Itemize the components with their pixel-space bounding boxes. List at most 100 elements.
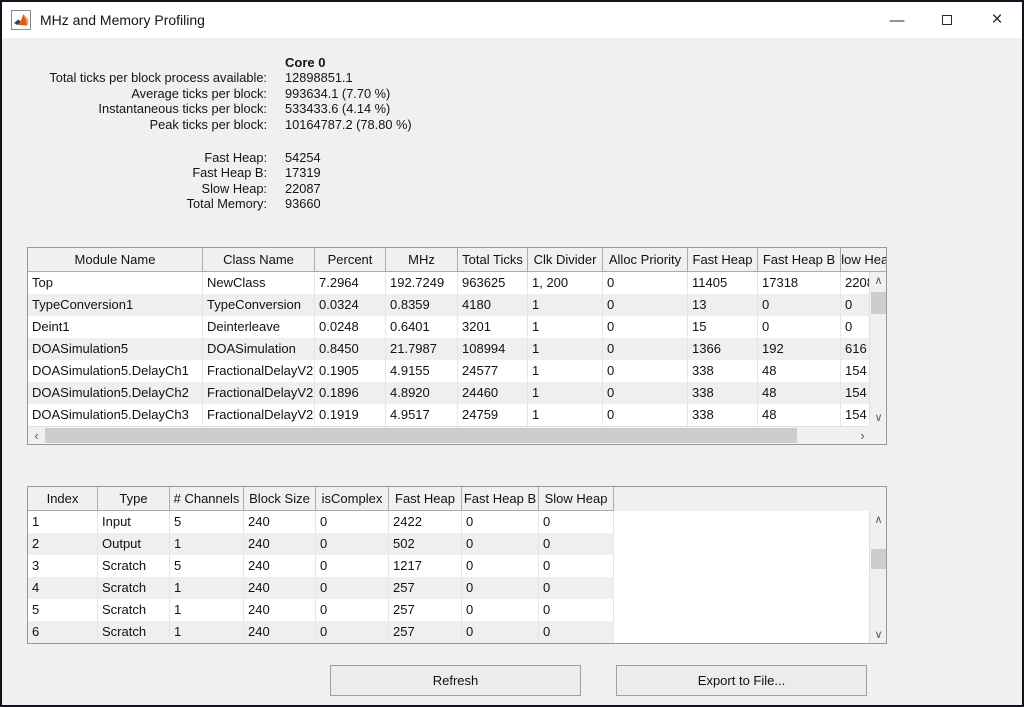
export-to-file-button[interactable]: Export to File... xyxy=(616,665,867,696)
column-header--channels[interactable]: # Channels xyxy=(170,487,244,511)
column-header-percent[interactable]: Percent xyxy=(315,248,386,271)
table-row[interactable]: 5Scratch1240025700 xyxy=(28,599,886,621)
memory-stats: Fast Heap: 54254 Fast Heap B: 17319 Slow… xyxy=(27,150,412,212)
vertical-scrollbar[interactable]: ∧ ∨ xyxy=(869,272,886,426)
column-header-fast-heap[interactable]: Fast Heap xyxy=(688,248,758,271)
table-cell: DOASimulation5.DelayCh2 xyxy=(28,382,203,404)
scrollbar-corner xyxy=(869,426,886,444)
table-cell: 0.0248 xyxy=(315,316,386,338)
column-header-module-name[interactable]: Module Name xyxy=(28,248,203,271)
scrollbar-track[interactable] xyxy=(45,427,854,444)
table-cell: 5 xyxy=(170,555,244,577)
table-cell: 240 xyxy=(244,511,316,533)
table-cell: NewClass xyxy=(203,272,315,294)
table-row[interactable]: DOASimulation5.DelayCh2FractionalDelayV2… xyxy=(28,382,871,404)
table-cell: 0 xyxy=(462,621,539,643)
table-cell: 0 xyxy=(841,294,871,316)
column-header-class-name[interactable]: Class Name xyxy=(203,248,315,271)
table-cell: 0 xyxy=(603,272,688,294)
table-cell: Deinterleave xyxy=(203,316,315,338)
core-header: Core 0 xyxy=(285,55,325,70)
column-header-type[interactable]: Type xyxy=(98,487,170,511)
table-cell: 24759 xyxy=(458,404,528,426)
table-cell: 616 xyxy=(841,338,871,360)
table-cell: 13 xyxy=(688,294,758,316)
table-row[interactable]: DOASimulation5.DelayCh1FractionalDelayV2… xyxy=(28,360,871,382)
column-header-slow-heap[interactable]: Slow Heap xyxy=(539,487,614,511)
column-header-fast-heap-b[interactable]: Fast Heap B xyxy=(462,487,539,511)
column-header-index[interactable]: Index xyxy=(28,487,98,511)
table-row[interactable]: Deint1Deinterleave0.02480.64013201101500 xyxy=(28,316,871,338)
scroll-left-icon[interactable]: ‹ xyxy=(28,427,45,444)
table-cell: 17318 xyxy=(758,272,841,294)
table-cell: 0.1919 xyxy=(315,404,386,426)
column-header-iscomplex[interactable]: isComplex xyxy=(316,487,389,511)
spacer xyxy=(27,55,267,70)
column-header-clk-divider[interactable]: Clk Divider xyxy=(528,248,603,271)
table-row[interactable]: TypeConversion1TypeConversion0.03240.835… xyxy=(28,294,871,316)
table-cell: 4180 xyxy=(458,294,528,316)
module-table-body: TopNewClass7.2964192.72499636251, 200011… xyxy=(28,272,886,426)
stat-value: 22087 xyxy=(285,181,321,196)
scroll-down-icon[interactable]: ∨ xyxy=(870,626,887,643)
table-cell: 0 xyxy=(758,294,841,316)
table-row[interactable]: 1Input52400242200 xyxy=(28,511,886,533)
table-cell: 192.7249 xyxy=(386,272,458,294)
table-row[interactable]: DOASimulation5.DelayCh3FractionalDelayV2… xyxy=(28,404,871,426)
table-cell: DOASimulation5.DelayCh3 xyxy=(28,404,203,426)
table-cell: 1 xyxy=(170,621,244,643)
table-cell: 0 xyxy=(603,382,688,404)
table-row[interactable]: 4Scratch1240025700 xyxy=(28,577,886,599)
core-stats: Core 0 Total ticks per block process ava… xyxy=(27,55,412,212)
table-cell: Input xyxy=(98,511,170,533)
column-header-fast-heap-b[interactable]: Fast Heap B xyxy=(758,248,841,271)
table-cell: Top xyxy=(28,272,203,294)
scrollbar-thumb[interactable] xyxy=(871,549,886,569)
table-cell: DOASimulation5 xyxy=(28,338,203,360)
table-row[interactable]: TopNewClass7.2964192.72499636251, 200011… xyxy=(28,272,871,294)
table-cell: 1 xyxy=(528,404,603,426)
stat-row-peak-ticks: Peak ticks per block: 10164787.2 (78.80 … xyxy=(27,117,412,132)
scrollbar-thumb[interactable] xyxy=(871,292,886,314)
table-row[interactable]: 2Output1240050200 xyxy=(28,533,886,555)
column-header-total-ticks[interactable]: Total Ticks xyxy=(458,248,528,271)
table-row[interactable]: 3Scratch52400121700 xyxy=(28,555,886,577)
column-header-alloc-priority[interactable]: Alloc Priority xyxy=(603,248,688,271)
table-cell: 21.7987 xyxy=(386,338,458,360)
table-cell: 154 xyxy=(841,360,871,382)
minimize-button[interactable]: — xyxy=(872,2,922,38)
table-cell: 0 xyxy=(603,404,688,426)
table-cell: 240 xyxy=(244,599,316,621)
table-cell: 1 xyxy=(528,294,603,316)
table-cell: 257 xyxy=(389,621,462,643)
close-button[interactable]: × xyxy=(972,2,1022,38)
maximize-button[interactable] xyxy=(922,2,972,38)
stat-label: Instantaneous ticks per block: xyxy=(27,101,267,116)
table-cell: 0 xyxy=(603,360,688,382)
table-cell: 1 xyxy=(28,511,98,533)
column-header-fast-heap[interactable]: Fast Heap xyxy=(389,487,462,511)
table-cell: DOASimulation xyxy=(203,338,315,360)
scroll-down-icon[interactable]: ∨ xyxy=(870,409,887,426)
table-cell: 0 xyxy=(539,621,614,643)
table-cell: 11405 xyxy=(688,272,758,294)
stat-row-average-ticks: Average ticks per block: 993634.1 (7.70 … xyxy=(27,86,412,101)
horizontal-scrollbar[interactable]: ‹ › xyxy=(28,426,871,444)
scrollbar-thumb[interactable] xyxy=(45,428,797,443)
column-header-slow-heap[interactable]: Slow Heap xyxy=(841,248,886,271)
column-header-mhz[interactable]: MHz xyxy=(386,248,458,271)
column-header-block-size[interactable]: Block Size xyxy=(244,487,316,511)
table-cell: FractionalDelayV2 xyxy=(203,360,315,382)
table-cell: 502 xyxy=(389,533,462,555)
table-row[interactable]: 6Scratch1240025700 xyxy=(28,621,886,643)
table-cell: Output xyxy=(98,533,170,555)
scroll-up-icon[interactable]: ∧ xyxy=(870,511,887,528)
stat-row-fast-heap: Fast Heap: 54254 xyxy=(27,150,412,165)
table-row[interactable]: DOASimulation5DOASimulation0.845021.7987… xyxy=(28,338,871,360)
stat-label: Total ticks per block process available: xyxy=(27,70,267,85)
vertical-scrollbar[interactable]: ∧ ∨ xyxy=(869,511,886,643)
scroll-up-icon[interactable]: ∧ xyxy=(870,272,887,289)
table-cell: 240 xyxy=(244,533,316,555)
refresh-button[interactable]: Refresh xyxy=(330,665,581,696)
table-cell: 4.9517 xyxy=(386,404,458,426)
